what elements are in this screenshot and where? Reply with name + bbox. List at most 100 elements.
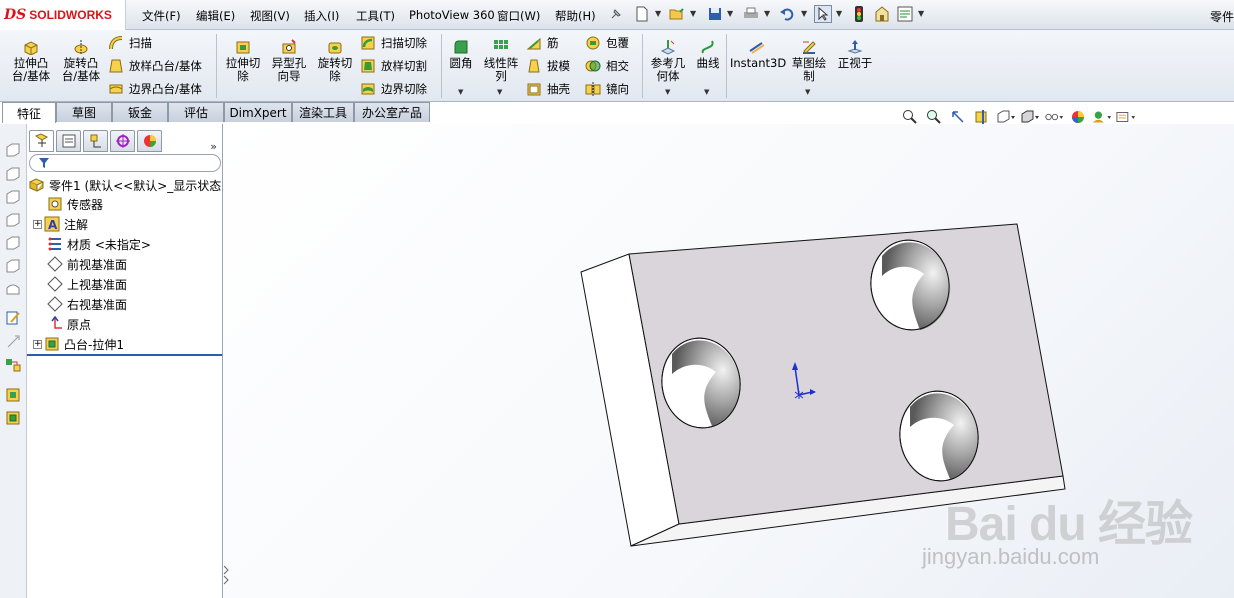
save-icon[interactable]: [706, 5, 724, 23]
rollback-bar[interactable]: [27, 354, 222, 356]
more-tabs-icon[interactable]: »: [210, 140, 217, 153]
chevron-down-icon[interactable]: ▼: [665, 88, 670, 96]
relations-icon[interactable]: [5, 357, 21, 373]
mirror-button[interactable]: 镜向: [585, 79, 629, 99]
chevron-down-icon[interactable]: ▼: [655, 9, 661, 18]
expand-icon[interactable]: +: [33, 339, 42, 349]
panel-splitter-handle[interactable]: [222, 560, 230, 590]
display-manager-tab[interactable]: [137, 130, 162, 152]
sweep-cut-button[interactable]: 扫描切除: [360, 33, 427, 53]
expand-icon[interactable]: +: [33, 219, 42, 229]
fillet-button[interactable]: 圆角: [444, 34, 478, 70]
instant3d-button[interactable]: Instant3D: [730, 34, 786, 70]
menu-photoview[interactable]: PhotoView 360: [409, 8, 495, 22]
tab-render-tools[interactable]: 渲染工具: [292, 102, 354, 122]
view-cube-icon[interactable]: [5, 189, 21, 205]
draft-button[interactable]: 拔模: [526, 56, 570, 76]
hide-show-icon[interactable]: [1044, 108, 1064, 126]
chevron-down-icon[interactable]: ▼: [836, 9, 842, 18]
curves-button[interactable]: 曲线: [692, 34, 724, 70]
tab-evaluate[interactable]: 评估: [168, 102, 224, 122]
boundary-boss-button[interactable]: 边界凸台/基体: [108, 79, 202, 99]
shell-button[interactable]: 抽壳: [526, 79, 570, 99]
boundary-cut-button[interactable]: 边界切除: [360, 79, 427, 99]
chevron-down-icon[interactable]: ▼: [458, 88, 463, 96]
hole-wizard-button[interactable]: 异型孔 向导: [266, 34, 312, 83]
undo-icon[interactable]: [778, 5, 796, 23]
solidworks-logo[interactable]: DS SOLIDWORKS: [0, 0, 126, 30]
chevron-down-icon[interactable]: ▼: [764, 9, 770, 18]
menu-file[interactable]: 文件(F): [142, 8, 181, 24]
pin-icon[interactable]: [607, 5, 625, 23]
wrap-button[interactable]: 包覆: [585, 33, 629, 53]
extrude-cut-icon[interactable]: [5, 410, 21, 426]
menu-view[interactable]: 视图(V): [250, 8, 290, 24]
tree-item-right-plane[interactable]: 右视基准面: [47, 294, 127, 314]
menu-window[interactable]: 窗口(W): [497, 8, 540, 24]
loft-cut-button[interactable]: 放样切割: [360, 56, 427, 76]
chevron-down-icon[interactable]: ▼: [801, 9, 807, 18]
tree-filter-input[interactable]: [29, 154, 221, 172]
tree-root-part[interactable]: 零件1 (默认<<默认>_显示状态: [29, 175, 221, 195]
menu-help[interactable]: 帮助(H): [555, 8, 596, 24]
tree-item-boss-extrude[interactable]: + 凸台-拉伸1: [33, 334, 124, 354]
revolve-cut-button[interactable]: 旋转切 除: [312, 34, 358, 83]
previous-view-icon[interactable]: [948, 108, 968, 126]
configuration-manager-tab[interactable]: [83, 130, 108, 152]
view-cube-icon[interactable]: [5, 258, 21, 274]
chevron-down-icon[interactable]: ▼: [497, 88, 502, 96]
view-orientation-icon[interactable]: [996, 108, 1016, 126]
view-cube-icon[interactable]: [5, 281, 21, 297]
tree-item-front-plane[interactable]: 前视基准面: [47, 254, 127, 274]
chevron-down-icon[interactable]: ▼: [918, 9, 924, 18]
tree-item-sensors[interactable]: 传感器: [47, 194, 103, 214]
extrude-cut-button[interactable]: 拉伸切 除: [220, 34, 266, 83]
dimxpert-manager-tab[interactable]: [110, 130, 135, 152]
open-icon[interactable]: [668, 5, 686, 23]
intersect-button[interactable]: 相交: [585, 56, 629, 76]
chevron-down-icon[interactable]: ▼: [704, 88, 709, 96]
tab-sheet-metal[interactable]: 钣金: [112, 102, 168, 122]
print-icon[interactable]: [742, 5, 760, 23]
tab-sketch[interactable]: 草图: [56, 102, 112, 122]
apply-scene-icon[interactable]: [1092, 108, 1112, 126]
select-icon[interactable]: [814, 5, 832, 23]
sketch-button[interactable]: 草图绘 制: [788, 34, 830, 83]
tree-item-material[interactable]: 材质 <未指定>: [47, 234, 151, 254]
loft-boss-button[interactable]: 放样凸台/基体: [108, 56, 202, 76]
chevron-down-icon[interactable]: ▼: [805, 88, 810, 96]
chevron-down-icon[interactable]: ▼: [690, 9, 696, 18]
rebuild-icon[interactable]: [850, 5, 868, 23]
file-props-icon[interactable]: [896, 5, 914, 23]
edit-appearance-icon[interactable]: [1068, 108, 1088, 126]
zoom-area-icon[interactable]: [924, 108, 944, 126]
extrude-boss-icon[interactable]: [5, 387, 21, 403]
tree-item-top-plane[interactable]: 上视基准面: [47, 274, 127, 294]
extrude-boss-button[interactable]: 拉伸凸 台/基体: [6, 34, 56, 83]
view-settings-icon[interactable]: [1116, 108, 1136, 126]
display-style-icon[interactable]: [1020, 108, 1040, 126]
normal-to-button[interactable]: 正视于: [834, 34, 876, 70]
smart-dimension-icon[interactable]: [5, 334, 21, 350]
options-icon[interactable]: [873, 5, 891, 23]
view-cube-icon[interactable]: [5, 235, 21, 251]
reference-geometry-button[interactable]: 参考几 何体: [646, 34, 690, 83]
menu-insert[interactable]: 插入(I): [304, 8, 339, 24]
menu-tools[interactable]: 工具(T): [356, 8, 395, 24]
view-cube-icon[interactable]: [5, 212, 21, 228]
section-view-icon[interactable]: [972, 108, 992, 126]
property-manager-tab[interactable]: [56, 130, 81, 152]
tab-dimxpert[interactable]: DimXpert: [224, 102, 292, 122]
new-file-icon[interactable]: [633, 5, 651, 23]
feature-tree-tab[interactable]: [29, 130, 54, 152]
view-cube-icon[interactable]: [5, 142, 21, 158]
chevron-down-icon[interactable]: ▼: [727, 9, 733, 18]
tab-features[interactable]: 特征: [2, 102, 56, 123]
revolve-boss-button[interactable]: 旋转凸 台/基体: [56, 34, 106, 83]
zoom-to-fit-icon[interactable]: [900, 108, 920, 126]
sketch-edit-icon[interactable]: [5, 310, 21, 326]
tree-item-origin[interactable]: 原点: [47, 314, 91, 334]
sweep-button[interactable]: 扫描: [108, 33, 152, 53]
tree-item-annotations[interactable]: + A 注解: [33, 214, 88, 234]
tab-office-products[interactable]: 办公室产品: [354, 102, 430, 122]
